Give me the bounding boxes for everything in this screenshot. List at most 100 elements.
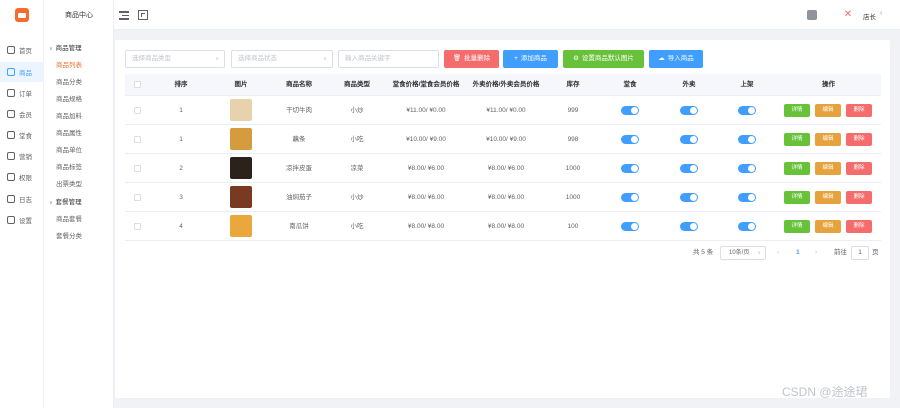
submenu-item-goods-addon[interactable]: 商品加料 [56,111,82,123]
delete-button[interactable]: 删除 [846,220,872,233]
page-size-value: 10条/页 [729,250,750,256]
delete-button[interactable]: 删除 [846,162,872,175]
goods-status-select[interactable]: 选择商品状态 ∨ [231,50,333,68]
takeout-toggle[interactable] [680,135,698,144]
rail-item-label: 权限 [19,175,32,182]
edit-button[interactable]: 编辑 [815,104,841,117]
cell-dine-price: ¥8.00/ ¥6.00 [407,165,445,172]
row-checkbox[interactable] [134,136,141,143]
on-shelf-toggle[interactable] [738,164,756,173]
set-default-image-button[interactable]: ⚙ 设置商品默认图片 [563,50,644,68]
delete-button[interactable]: 删除 [846,104,872,117]
rail-item-1[interactable]: 商品 [0,62,44,82]
user-name[interactable]: 店长 [863,11,876,21]
edit-button[interactable]: 编辑 [815,162,841,175]
edit-button[interactable]: 编辑 [815,191,841,204]
rail-item-8[interactable]: 设置 [0,210,44,230]
add-goods-label: 添加商品 [520,55,547,62]
fullscreen-icon[interactable] [138,10,148,20]
submenu-item-ticket-type[interactable]: 出票类型 [56,179,82,191]
submenu-group-label: 商品管理 [55,45,82,52]
page-number-current[interactable]: 1 [796,246,800,260]
takeout-toggle[interactable] [680,164,698,173]
rail-item-6[interactable]: 权限 [0,167,44,187]
goods-type-select[interactable]: 选择商品类型 ∨ [125,50,225,68]
app-root: 首页 商品 订单 会员 堂食 营销 权限 日志 设置 商品中心 ∨ 商品管理 商品列表 商品分类 … [0,0,900,408]
dine-in-toggle[interactable] [621,193,639,202]
row-checkbox[interactable] [134,165,141,172]
submenu-item-goods-unit[interactable]: 商品单位 [56,145,82,157]
edit-button[interactable]: 编辑 [815,133,841,146]
submenu-item-goods-attr[interactable]: 商品属性 [56,128,82,140]
row-checkbox[interactable] [134,223,141,230]
batch-delete-button[interactable]: 🗑 批量删除 [444,50,499,68]
submenu-item-combo-category[interactable]: 套餐分类 [56,231,82,243]
takeout-toggle[interactable] [680,222,698,231]
takeout-toggle[interactable] [680,106,698,115]
rail-item-2[interactable]: 订单 [0,83,44,103]
on-shelf-toggle[interactable] [738,135,756,144]
goods-keyword-input[interactable]: 输入商品关键字 [338,50,439,68]
submenu-group-combo[interactable]: ∨ 套餐管理 [49,197,82,209]
on-shelf-toggle[interactable] [738,106,756,115]
detail-button[interactable]: 详情 [784,162,810,175]
user-avatar-icon[interactable]: ✕ [843,10,853,20]
cell-name: 藕条 [292,136,306,143]
submenu-item-goods-tag[interactable]: 商品标签 [56,162,82,174]
menu-fold-icon[interactable] [119,10,129,20]
row-checkbox[interactable] [134,107,141,114]
chevron-down-icon: ∨ [49,200,53,206]
detail-button[interactable]: 详情 [784,220,810,233]
submenu-item-combo[interactable]: 商品套餐 [56,214,82,226]
notification-icon[interactable] [807,10,817,20]
submenu-item-goods-spec[interactable]: 商品规格 [56,94,82,106]
th-dine-in: 堂食 [623,81,637,88]
detail-button[interactable]: 详情 [784,191,810,204]
on-shelf-toggle[interactable] [738,193,756,202]
prev-page-icon[interactable]: ‹ [777,246,779,260]
add-goods-button[interactable]: + 添加商品 [503,50,558,68]
dine-in-toggle[interactable] [621,106,639,115]
detail-button[interactable]: 详情 [784,104,810,117]
cell-sort: 3 [179,194,183,201]
on-shelf-toggle[interactable] [738,222,756,231]
page-unit-label: 页 [872,249,879,256]
cell-takeout-price: ¥8.00/ ¥6.00 [487,194,525,201]
th-name: 商品名称 [286,81,312,88]
next-page-icon[interactable]: › [815,246,817,260]
delete-button[interactable]: 删除 [846,191,872,204]
detail-button[interactable]: 详情 [784,133,810,146]
goto-page-input[interactable]: 1 [851,246,869,260]
page-size-select[interactable]: 10条/页 ∨ [720,246,766,260]
cell-takeout-price: ¥11.00/ ¥0.00 [486,107,526,114]
select-all-checkbox[interactable] [134,81,141,88]
dine-in-toggle[interactable] [621,222,639,231]
goods-thumbnail [230,128,252,150]
rail-item-0[interactable]: 首页 [0,40,44,60]
submenu-item-goods-list[interactable]: 商品列表 [56,60,82,72]
takeout-toggle[interactable] [680,193,698,202]
table-row: 1 藕条 小吃 ¥10.00/ ¥9.00 ¥10.00/ ¥9.00 998 详情 编辑 删除 [125,125,881,154]
cloud-upload-icon: ☁ [658,55,665,62]
delete-button[interactable]: 删除 [846,133,872,146]
cell-sort: 4 [179,223,183,230]
rail-item-5[interactable]: 营销 [0,146,44,166]
import-goods-button[interactable]: ☁ 导入商品 [649,50,703,68]
log-icon [7,195,15,203]
rail-item-label: 营销 [19,154,32,161]
lock-icon [7,173,15,181]
rail-item-7[interactable]: 日志 [0,189,44,209]
dine-in-toggle[interactable] [621,164,639,173]
rail-item-3[interactable]: 会员 [0,104,44,124]
submenu-group-goods[interactable]: ∨ 商品管理 [49,43,82,55]
submenu-item-goods-category[interactable]: 商品分类 [56,77,82,89]
import-goods-label: 导入商品 [667,55,694,62]
chevron-down-icon: ∨ [323,56,327,62]
cell-takeout-price: ¥8.00/ ¥6.00 [487,165,525,172]
table-row: 1 干切牛肉 小炒 ¥11.00/ ¥0.00 ¥11.00/ ¥0.00 999 详情 编辑… [125,96,881,125]
dine-in-toggle[interactable] [621,135,639,144]
user-menu-chevron-icon[interactable]: ‹ [880,10,882,17]
row-checkbox[interactable] [134,194,141,201]
edit-button[interactable]: 编辑 [815,220,841,233]
rail-item-4[interactable]: 堂食 [0,125,44,145]
